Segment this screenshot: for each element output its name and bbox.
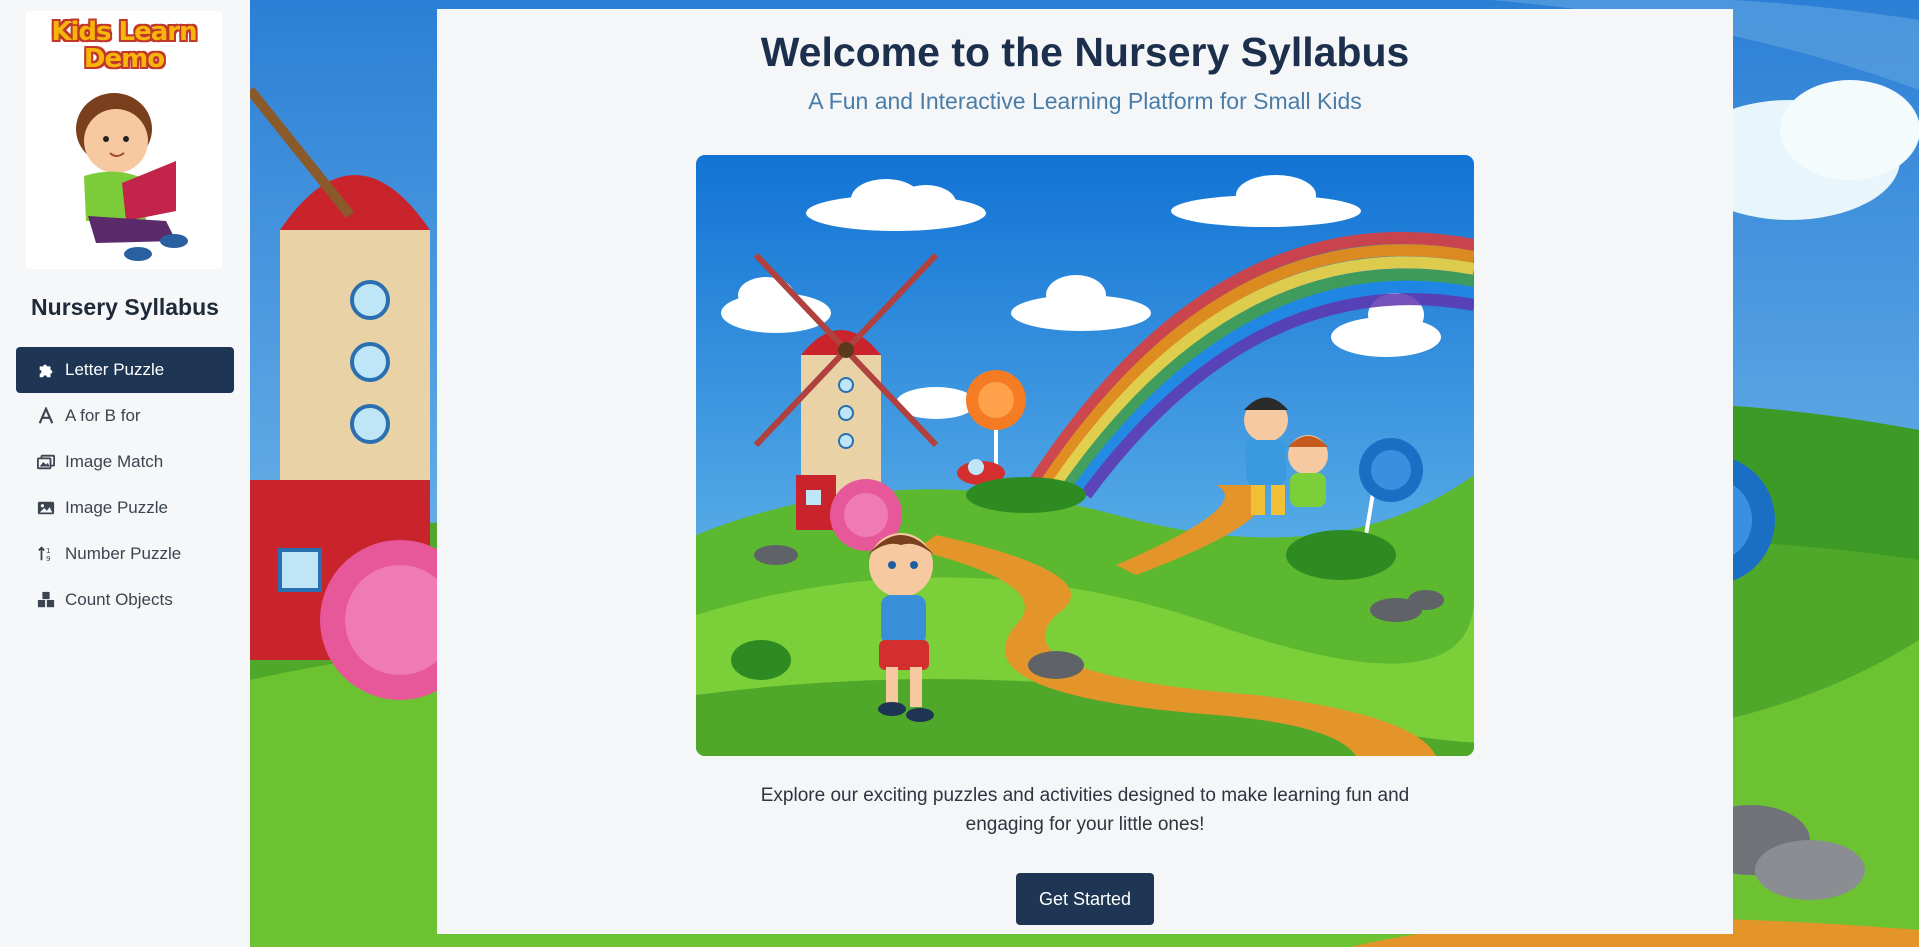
cubes-icon — [35, 589, 57, 611]
sidebar-item-label: Letter Puzzle — [65, 360, 165, 379]
sidebar-item-image-match[interactable]: Image Match — [16, 439, 234, 485]
sidebar-item-a-for-b-for[interactable]: A for B for — [16, 393, 234, 439]
page-title: Welcome to the Nursery Syllabus — [760, 29, 1410, 75]
main-panel: Welcome to the Nursery Syllabus A Fun an… — [437, 9, 1733, 934]
sidebar-item-image-puzzle[interactable]: Image Puzzle — [16, 485, 234, 531]
images-icon — [35, 451, 57, 473]
sidebar-heading: Nursery Syllabus — [31, 294, 219, 320]
image-icon — [35, 497, 57, 519]
sidebar-item-count-objects[interactable]: Count Objects — [16, 577, 234, 623]
sidebar-item-number-puzzle[interactable]: 19 Number Puzzle — [16, 531, 234, 577]
sort-numeric-icon: 19 — [35, 543, 57, 565]
sidebar-item-label: Count Objects — [65, 590, 173, 609]
svg-text:9: 9 — [46, 554, 51, 563]
page-subtitle: A Fun and Interactive Learning Platform … — [808, 88, 1362, 114]
page-description: Explore our exciting puzzles and activit… — [760, 785, 1410, 835]
hero-image — [696, 155, 1474, 756]
sidebar-item-label: Image Match — [65, 452, 164, 471]
sidebar-item-letter-puzzle[interactable]: Letter Puzzle — [16, 347, 234, 393]
sidebar-item-label: Number Puzzle — [65, 544, 182, 563]
sidebar-nav: Letter Puzzle A for B for Image Match Im… — [16, 347, 234, 623]
logo-text: Kids Learn Demo — [51, 17, 197, 74]
sidebar: Kids Learn Demo Nursery Syllabus Letter … — [0, 0, 250, 947]
letter-a-icon — [35, 405, 57, 427]
logo[interactable]: Kids Learn Demo — [26, 11, 222, 269]
sidebar-item-label: A for B for — [65, 406, 141, 425]
puzzle-icon — [35, 359, 57, 381]
sidebar-item-label: Image Puzzle — [65, 498, 168, 517]
get-started-button[interactable]: Get Started — [1016, 873, 1154, 925]
